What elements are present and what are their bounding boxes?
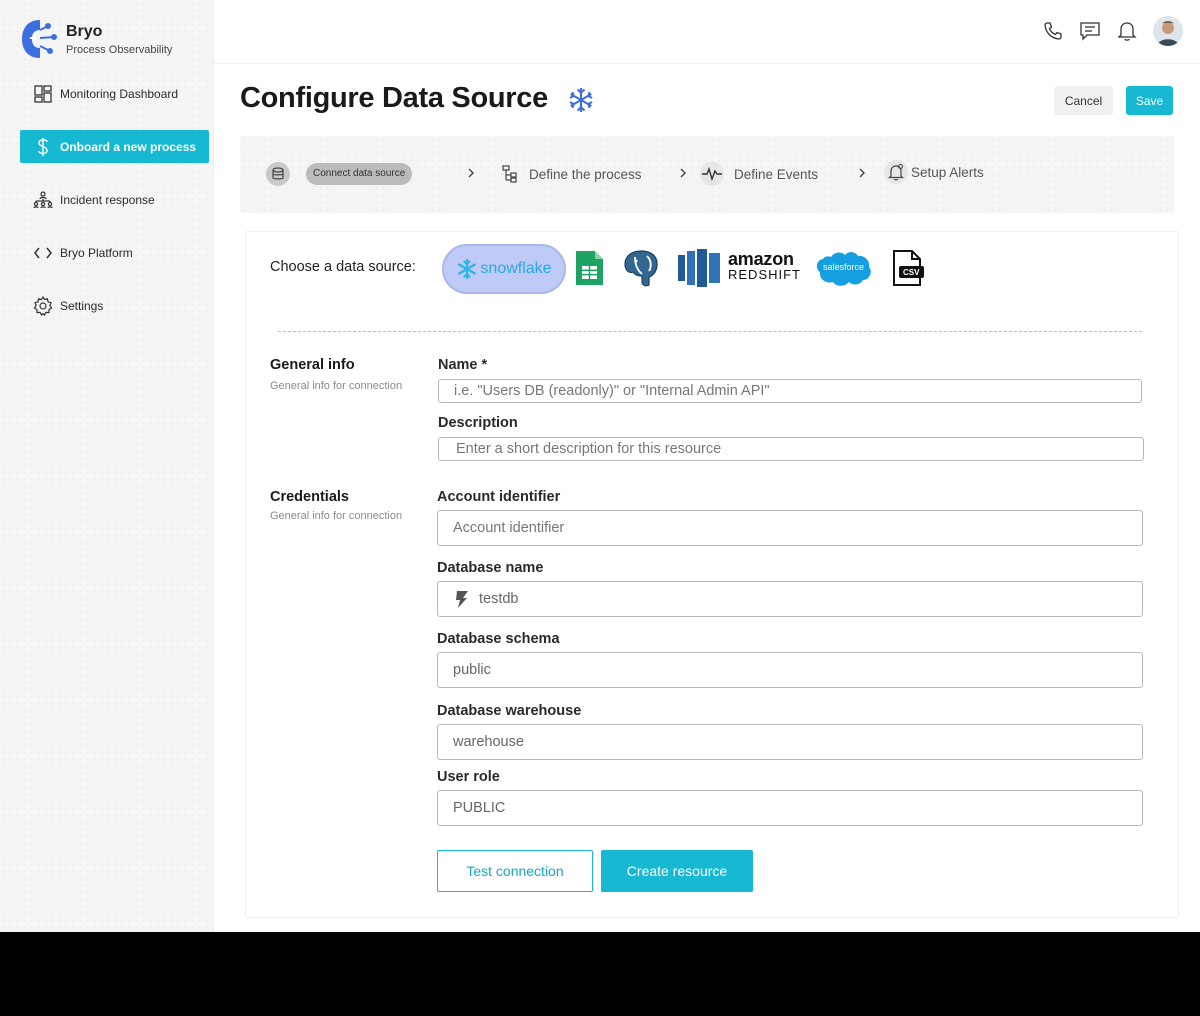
redshift-top-text: amazon	[728, 249, 794, 269]
credentials-subtitle: General info for connection	[270, 510, 403, 522]
user-role-label: User role	[437, 769, 500, 785]
chevron-right-icon	[680, 168, 686, 178]
snowflake-text: snowflake	[480, 260, 552, 277]
sidebar-item-incident-response[interactable]: Incident response	[20, 183, 209, 216]
google-sheets-icon[interactable]	[574, 249, 605, 287]
database-name-input[interactable]: testdb	[437, 581, 1143, 617]
name-input[interactable]: i.e. "Users DB (readonly)" or "Internal …	[438, 379, 1142, 403]
database-schema-input[interactable]: public	[437, 652, 1143, 688]
database-warehouse-input[interactable]: warehouse	[437, 724, 1143, 760]
sidebar-item-label: Monitoring Dashboard	[60, 86, 179, 101]
sidebar-item-monitoring-dashboard[interactable]: Monitoring Dashboard	[20, 77, 209, 110]
chevron-right-icon	[859, 168, 865, 178]
amazon-redshift-icon[interactable]	[677, 249, 721, 287]
user-role-value: PUBLIC	[453, 800, 506, 816]
database-warehouse-label: Database warehouse	[437, 703, 582, 719]
sidebar-item-settings[interactable]: Settings	[20, 289, 209, 322]
sidebar-item-label: Onboard a new process	[60, 139, 197, 154]
stepper: Connect data source Define the process D…	[240, 136, 1174, 213]
sidebar-item-onboard-process[interactable]: Onboard a new process	[20, 130, 209, 163]
snowflake-logo-icon	[458, 258, 477, 280]
step-define-events[interactable]: Define Events	[700, 161, 818, 187]
gear-icon	[33, 295, 53, 316]
postgresql-icon[interactable]	[621, 248, 661, 288]
amazon-redshift-label[interactable]: amazon REDSHIFT	[728, 249, 801, 283]
top-bar	[214, 0, 1200, 64]
data-source-label: Choose a data source:	[270, 259, 416, 275]
description-placeholder: Enter a short description for this resou…	[456, 441, 722, 457]
process-icon	[498, 162, 522, 186]
user-role-input[interactable]: PUBLIC	[437, 790, 1143, 826]
redshift-bottom-text: REDSHIFT	[728, 267, 801, 282]
csv-text: CSV	[903, 268, 920, 277]
general-info-subtitle: General info for connection	[270, 380, 403, 392]
sidebar-item-bryo-platform[interactable]: Bryo Platform	[20, 236, 209, 269]
step-label: Connect data source	[306, 163, 413, 185]
brand-name: Bryo	[66, 22, 103, 40]
credentials-title: Credentials	[270, 489, 349, 505]
description-input[interactable]: Enter a short description for this resou…	[438, 437, 1144, 461]
name-placeholder: i.e. "Users DB (readonly)" or "Internal …	[454, 383, 770, 399]
account-identifier-label: Account identifier	[437, 489, 561, 505]
database-warehouse-value: warehouse	[453, 734, 524, 750]
cancel-button[interactable]: Cancel	[1054, 86, 1113, 115]
bell-icon[interactable]	[1116, 20, 1138, 42]
section-divider	[278, 331, 1142, 332]
step-label: Define Events	[734, 166, 819, 182]
dashboard-icon	[33, 84, 53, 104]
hierarchy-icon	[33, 190, 53, 210]
database-schema-value: public	[453, 662, 491, 678]
sidebar-item-label: Settings	[60, 298, 104, 313]
phone-icon[interactable]	[1042, 20, 1064, 42]
step-setup-alerts[interactable]: Setup Alerts	[884, 159, 984, 185]
save-button[interactable]: Save	[1126, 86, 1173, 115]
brand[interactable]: Bryo Process Observability	[20, 18, 172, 60]
sidebar-item-label: Incident response	[60, 192, 155, 207]
sidebar: Bryo Process Observability Monitoring Da…	[0, 0, 214, 932]
snowflake-option[interactable]: snowflake	[442, 244, 566, 294]
step-define-process[interactable]: Define the process	[498, 161, 642, 187]
autofill-key-icon	[456, 591, 468, 608]
database-icon	[266, 162, 290, 186]
name-label: Name *	[438, 357, 488, 373]
database-name-label: Database name	[437, 560, 544, 576]
database-name-value: testdb	[479, 591, 519, 607]
brand-subtitle: Process Observability	[66, 43, 173, 56]
database-schema-label: Database schema	[437, 631, 560, 647]
step-label: Setup Alerts	[911, 164, 984, 180]
bell-alert-icon	[884, 160, 908, 184]
step-connect-data-source[interactable]: Connect data source	[266, 161, 413, 187]
account-identifier-input[interactable]: Account identifier	[437, 510, 1143, 546]
dollar-icon	[33, 137, 53, 157]
sidebar-item-label: Bryo Platform	[60, 245, 133, 260]
csv-option[interactable]: CSV	[891, 249, 925, 287]
app-window: Bryo Process Observability Monitoring Da…	[0, 0, 1200, 932]
sidebar-nav: Monitoring Dashboard Onboard a new proce…	[20, 77, 209, 342]
page-title: Configure Data Source	[240, 82, 548, 114]
description-label: Description	[438, 415, 518, 431]
salesforce-option[interactable]: salesforce	[815, 249, 873, 289]
create-resource-button[interactable]: Create resource	[601, 850, 753, 892]
salesforce-text: salesforce	[823, 262, 865, 272]
account-identifier-placeholder: Account identifier	[453, 520, 565, 536]
snowflake-icon	[569, 88, 593, 112]
general-info-title: General info	[270, 357, 355, 373]
avatar[interactable]	[1153, 16, 1183, 46]
bryo-logo-icon	[22, 20, 57, 58]
pulse-icon	[700, 162, 724, 186]
code-icon	[33, 243, 53, 263]
chat-icon[interactable]	[1079, 20, 1101, 42]
chevron-right-icon	[468, 168, 474, 178]
step-label: Define the process	[529, 166, 642, 182]
test-connection-button[interactable]: Test connection	[437, 850, 593, 892]
